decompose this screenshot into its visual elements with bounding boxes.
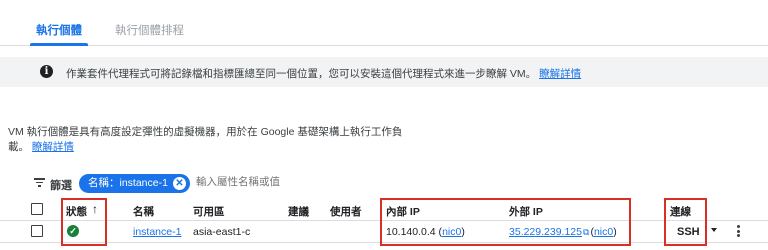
close-icon[interactable]: ✕ xyxy=(172,177,186,190)
instance-internal-ip: 10.140.0.4 (nic0) xyxy=(386,226,465,238)
internal-nic-link[interactable]: nic0 xyxy=(442,226,461,238)
column-header-in-use-by[interactable]: 使用者 xyxy=(330,204,362,219)
external-ip-link[interactable]: 35.229.239.125 xyxy=(509,226,582,238)
active-tab-indicator xyxy=(30,43,88,46)
banner-text: 作業套件代理程式可將記錄檔和指標匯總至同一個位置，您可以安裝這個代理程式來進一步… xyxy=(66,68,537,80)
tab-instance-schedules[interactable]: 執行個體排程 xyxy=(115,22,184,38)
filter-icon[interactable] xyxy=(34,178,45,187)
tab-instances[interactable]: 執行個體 xyxy=(36,22,82,38)
status-running-icon: ✓ xyxy=(67,225,79,237)
ssh-button[interactable]: SSH xyxy=(677,226,700,238)
instance-external-ip: 35.229.239.125⧉(nic0) xyxy=(509,226,617,238)
filter-input[interactable] xyxy=(196,176,356,188)
column-header-zone[interactable]: 可用區 xyxy=(193,204,225,219)
column-header-external-ip[interactable]: 外部 IP xyxy=(509,204,543,219)
filter-label: 篩選 xyxy=(50,180,72,192)
column-header-internal-ip[interactable]: 內部 IP xyxy=(386,204,420,219)
filter-chip-label: 名稱：instance-1 xyxy=(88,177,168,189)
column-header-connect[interactable]: 連線 xyxy=(670,204,691,219)
table-row: ✓ instance-1 asia-east1-c 10.140.0.4 (ni… xyxy=(0,222,768,243)
row-select-checkbox[interactable] xyxy=(31,225,43,237)
column-header-name[interactable]: 名稱 xyxy=(133,204,154,219)
instance-name-link[interactable]: instance-1 xyxy=(133,226,181,238)
more-actions-icon[interactable] xyxy=(735,225,741,239)
external-nic-link[interactable]: nic0 xyxy=(594,226,613,238)
select-all-checkbox[interactable] xyxy=(31,203,43,215)
instance-zone: asia-east1-c xyxy=(193,226,251,238)
chevron-down-icon[interactable] xyxy=(711,228,717,232)
open-in-new-icon[interactable]: ⧉ xyxy=(583,227,589,238)
tab-bar: 執行個體 執行個體排程 xyxy=(0,0,768,46)
ops-agent-banner: i 作業套件代理程式可將記錄檔和指標匯總至同一個位置，您可以安裝這個代理程式來進… xyxy=(0,57,768,87)
column-header-status[interactable]: 狀態 xyxy=(66,204,87,219)
vm-instances-table: 狀態 ↑ 名稱 可用區 建議 使用者 內部 IP 外部 IP 連線 ✓ inst… xyxy=(0,200,768,250)
filter-bar: 篩選 名稱：instance-1 ✕ xyxy=(0,174,768,196)
page-description: VM 執行個體是具有高度設定彈性的虛擬機器，用於在 Google 基礎架構上執行… xyxy=(8,125,408,155)
sort-ascending-icon[interactable]: ↑ xyxy=(92,202,98,216)
column-header-recommendation[interactable]: 建議 xyxy=(288,204,309,219)
banner-learn-more-link[interactable]: 瞭解詳情 xyxy=(539,68,581,80)
table-header-row: 狀態 ↑ 名稱 可用區 建議 使用者 內部 IP 外部 IP 連線 xyxy=(0,200,768,221)
internal-ip-value: 10.140.0.4 xyxy=(386,226,436,238)
banner-message: 作業套件代理程式可將記錄檔和指標匯總至同一個位置，您可以安裝這個代理程式來進一步… xyxy=(66,66,581,81)
filter-chip-name[interactable]: 名稱：instance-1 ✕ xyxy=(79,174,190,193)
description-learn-more-link[interactable]: 瞭解詳情 xyxy=(32,141,74,153)
info-icon: i xyxy=(40,65,53,78)
